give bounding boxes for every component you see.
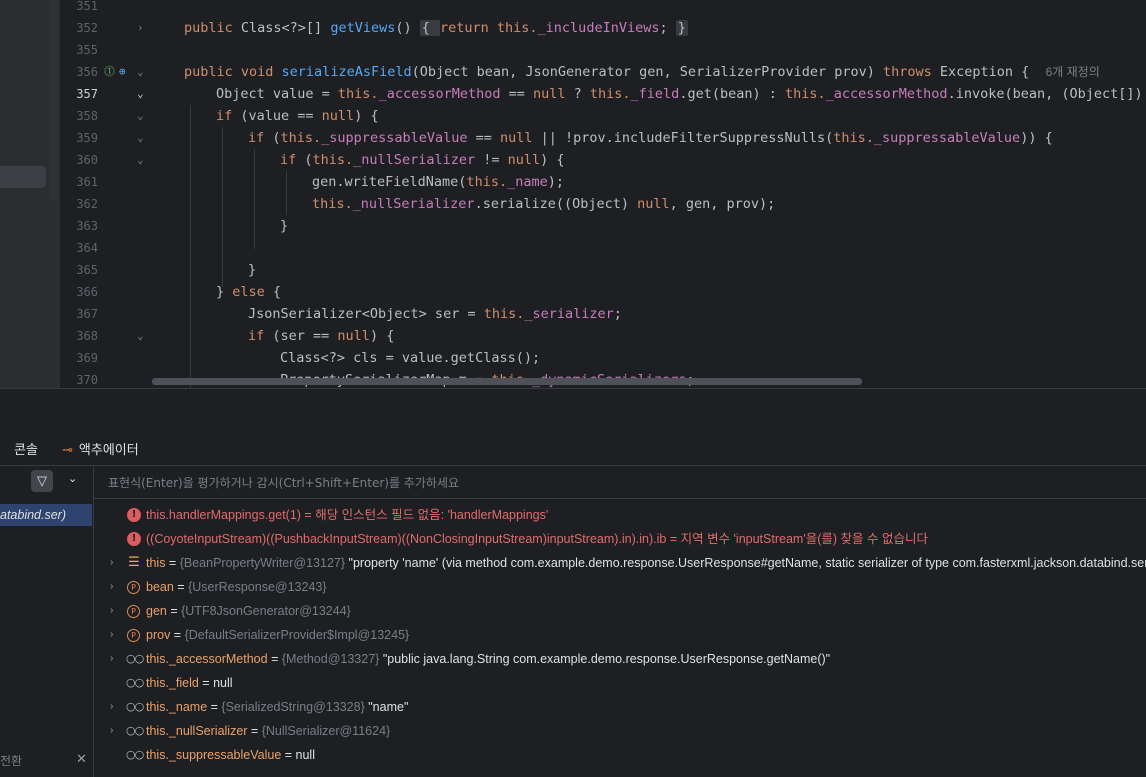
variable-row[interactable]: ○○ this._suppressableValue = null xyxy=(94,743,1146,767)
actuator-icon: ⊸ xyxy=(62,442,73,457)
chevron-down-icon[interactable]: ⌄ xyxy=(137,83,144,105)
indent-guide xyxy=(286,171,287,215)
line-number: 359 xyxy=(76,131,98,145)
code-line-360: if (this._nullSerializer != null) { xyxy=(280,152,565,168)
parameter-icon: P xyxy=(127,605,140,618)
watch-field-icon: ○○ xyxy=(126,748,144,761)
watch-field-icon: ○○ xyxy=(126,676,144,689)
line-number: 362 xyxy=(76,197,98,211)
chevron-down-icon[interactable]: ⌄ xyxy=(137,149,144,171)
code-line-366: } else { xyxy=(216,284,282,300)
error-icon: ! xyxy=(127,508,141,522)
expand-chevron-icon[interactable]: › xyxy=(110,695,113,719)
expand-chevron-icon[interactable]: › xyxy=(110,719,113,743)
object-list-icon: ☰ xyxy=(128,555,140,570)
fold-chevron-icon[interactable]: › xyxy=(137,17,144,39)
chevron-down-icon[interactable]: ⌄ xyxy=(68,472,77,485)
panel-splitter[interactable] xyxy=(0,388,1146,431)
editor-horizontal-scrollbar[interactable] xyxy=(152,378,862,385)
override-icon[interactable]: ⓵ xyxy=(104,61,115,83)
indent-guide xyxy=(190,105,191,388)
code-line-367: JsonSerializer<Object> ser = this._seria… xyxy=(248,306,622,322)
selected-frame[interactable]: atabind.ser) xyxy=(0,504,92,526)
line-number: 358 xyxy=(76,109,98,123)
line-number: 363 xyxy=(76,219,98,233)
variable-row[interactable]: ○○ this._field = null xyxy=(94,671,1146,695)
chevron-down-icon[interactable]: ⌄ xyxy=(137,325,144,347)
overrides-inlay-hint: 6개 재정의 xyxy=(1045,65,1100,79)
filter-icon[interactable]: ▽ xyxy=(31,470,53,492)
variable-row[interactable]: › ○○ this._name = {SerializedString@1332… xyxy=(94,695,1146,719)
variable-row[interactable]: › P prov = {DefaultSerializerProvider$Im… xyxy=(94,623,1146,647)
variable-row[interactable]: › P bean = {UserResponse@13243} xyxy=(94,575,1146,599)
search-icon[interactable]: ⊕ xyxy=(119,61,126,83)
code-line-369: Class<?> cls = value.getClass(); xyxy=(280,350,541,366)
line-number: 360 xyxy=(76,153,98,167)
variable-row[interactable]: › ☰ this = {BeanPropertyWriter@13127} "p… xyxy=(94,551,1146,575)
expand-chevron-icon[interactable]: › xyxy=(110,575,113,599)
code-line-356: public void serializeAsField(Object bean… xyxy=(184,64,1100,80)
debug-tool-tabs: 콘솔 ⊸ 액추에이터 xyxy=(0,431,1146,466)
switch-label: 전환 xyxy=(0,754,23,768)
watch-field-icon: ○○ xyxy=(126,652,144,665)
sidebar-selected-item[interactable] xyxy=(0,166,46,188)
line-number: 352 xyxy=(76,21,98,35)
line-number: 367 xyxy=(76,307,98,321)
chevron-down-icon[interactable]: ⌄ xyxy=(137,127,144,149)
tab-actuator[interactable]: ⊸ 액추에이터 xyxy=(62,439,139,458)
expand-chevron-icon[interactable]: › xyxy=(110,599,113,623)
line-number: 355 xyxy=(76,43,98,57)
line-number: 368 xyxy=(76,329,98,343)
error-icon: ! xyxy=(127,532,141,546)
sidebar-scrollbar[interactable] xyxy=(50,0,58,200)
watch-error-row[interactable]: ! ((CoyoteInputStream)((PushbackInputStr… xyxy=(94,527,1146,551)
code-line-361: gen.writeFieldName(this._name); xyxy=(312,174,564,190)
code-line-352: public Class<?>[] getViews() { return th… xyxy=(184,20,688,36)
watch-field-icon: ○○ xyxy=(126,724,144,737)
tab-console[interactable]: 콘솔 xyxy=(14,439,38,458)
variable-row[interactable]: › P gen = {UTF8JsonGenerator@13244} xyxy=(94,599,1146,623)
code-line-368: if (ser == null) { xyxy=(248,328,395,344)
project-sidebar xyxy=(0,0,60,388)
line-number: 356 xyxy=(76,65,98,79)
chevron-down-icon[interactable]: ⌄ xyxy=(137,105,144,127)
variables-tree: ! this.handlerMappings.get(1) = 해당 인스턴스 … xyxy=(94,500,1146,777)
line-number: 361 xyxy=(76,175,98,189)
expand-chevron-icon[interactable]: › xyxy=(110,551,113,575)
close-icon[interactable]: ✕ xyxy=(76,751,87,767)
parameter-icon: P xyxy=(127,581,140,594)
expand-chevron-icon[interactable]: › xyxy=(110,647,113,671)
line-number: 366 xyxy=(76,285,98,299)
expression-input[interactable] xyxy=(106,473,1110,493)
code-line-363: } xyxy=(280,218,289,234)
frames-pane: ▽ ⌄ atabind.ser) 전환 ✕ xyxy=(0,466,94,777)
code-line-359: if (this._suppressableValue == null || !… xyxy=(248,130,1053,146)
chevron-down-icon[interactable]: ⌄ xyxy=(137,61,144,83)
code-line-357: Object value = this._accessorMethod == n… xyxy=(216,86,1146,102)
line-number-current: 357 xyxy=(76,87,98,101)
watch-error-row[interactable]: ! this.handlerMappings.get(1) = 해당 인스턴스 … xyxy=(94,503,1146,527)
watch-field-icon: ○○ xyxy=(126,700,144,713)
indent-guide xyxy=(254,149,255,249)
indent-guide xyxy=(222,127,223,287)
expression-bar xyxy=(94,466,1146,499)
code-line-365: } xyxy=(248,262,257,278)
variable-row[interactable]: › ○○ this._nullSerializer = {NullSeriali… xyxy=(94,719,1146,743)
variable-row[interactable]: › ○○ this._accessorMethod = {Method@1332… xyxy=(94,647,1146,671)
code-editor[interactable]: public Class<?>[] getViews() { return th… xyxy=(150,0,1146,388)
line-number: 351 xyxy=(76,0,98,13)
code-line-358: if (value == null) { xyxy=(216,108,379,124)
tab-actuator-label: 액추에이터 xyxy=(78,442,139,457)
line-number: 364 xyxy=(76,241,98,255)
code-line-362: this._nullSerializer.serialize((Object) … xyxy=(312,196,776,212)
expand-chevron-icon[interactable]: › xyxy=(110,623,113,647)
parameter-icon: P xyxy=(127,629,140,642)
line-number: 369 xyxy=(76,351,98,365)
line-number: 365 xyxy=(76,263,98,277)
